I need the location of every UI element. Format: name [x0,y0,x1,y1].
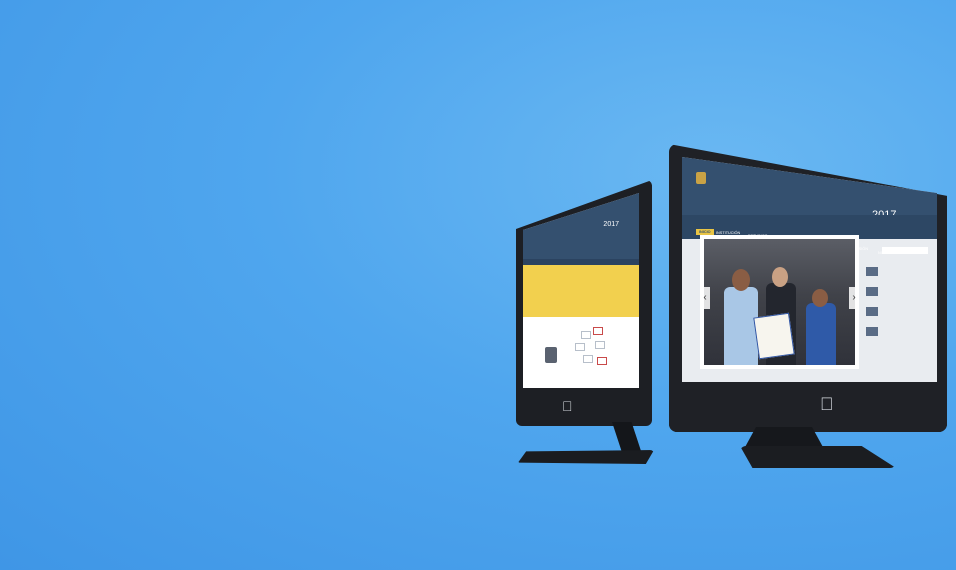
apple-icon:  [820,394,834,415]
list-item[interactable] [866,327,932,347]
list-item[interactable] [866,287,932,307]
news-thumbnail [866,267,878,276]
person-figure [724,287,758,365]
left-monitor-stand [612,422,642,454]
slider-prev-button[interactable]: ‹ [700,287,710,309]
news-photo [704,239,855,365]
person-head [732,269,750,291]
apple-icon:  [562,398,573,414]
news-sidebar [866,263,932,347]
certificate [753,312,795,360]
nav-item-noticias[interactable]: NOTICIAS [878,251,896,255]
crest-icon [696,172,706,184]
right-monitor-screen: 2017 INICIO INSTITUCIÓN ESTUDIOS INVESTI… [682,157,937,382]
right-monitor-stand [744,427,824,449]
person-head [772,267,788,287]
right-site-header [682,157,937,215]
person-figure [806,303,836,365]
news-thumbnail [866,327,878,336]
person-head [812,289,828,307]
crest-icon [545,347,557,363]
news-thumbnail [866,307,878,316]
left-site-banner [523,265,639,317]
diagram-node [583,355,593,363]
news-slider: ‹ › [700,235,859,369]
left-monitor-chin [516,388,652,426]
list-item[interactable] [866,307,932,327]
slider-next-button[interactable]: › [849,287,859,309]
news-thumbnail [866,287,878,296]
diagram-node [597,357,607,365]
right-monitor-base [740,446,896,468]
left-site-body [523,317,639,388]
mockup-scene: 2017  2017 INICIO INSTITUCI [0,0,956,570]
left-site-header: 2017 [523,193,639,259]
diagram-node [575,343,585,351]
left-monitor-base [518,450,654,464]
list-item[interactable] [866,267,932,287]
right-monitor-chin [669,382,947,432]
diagram-node [581,331,591,339]
diagram-node [595,341,605,349]
diagram-node [593,327,603,335]
left-header-year: 2017 [603,221,619,228]
